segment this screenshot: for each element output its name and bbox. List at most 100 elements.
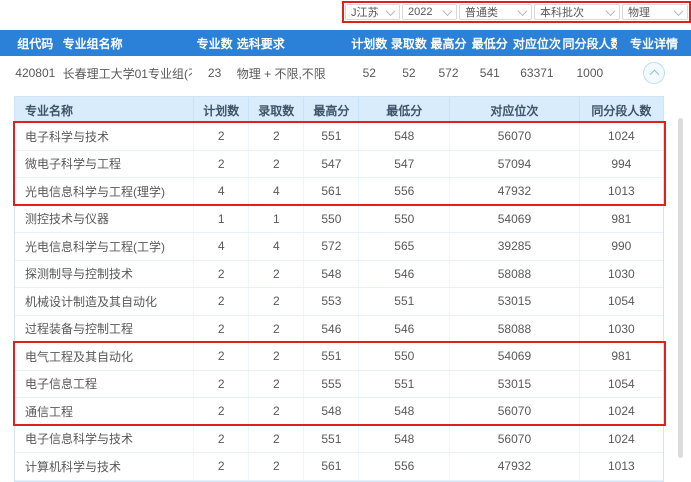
filter-value: 物理	[628, 4, 650, 20]
value-cell: 54069	[449, 343, 579, 370]
column-header: 选科要求	[237, 35, 350, 52]
value-cell: 58088	[449, 261, 579, 288]
subtable-body: 电子科学与技术22551548560701024微电子科学与工程22547547…	[15, 123, 663, 481]
value-cell: 2	[248, 288, 303, 315]
value-cell: 2	[248, 151, 303, 178]
table-row: 微电子科学与工程2254754757094994	[15, 151, 663, 179]
value-cell: 1054	[579, 371, 663, 398]
value-cell: 2	[193, 453, 248, 480]
major-name: 过程装备与控制工程	[15, 316, 193, 343]
value-cell: 565	[358, 233, 449, 260]
value-cell: 54069	[449, 206, 579, 233]
collapse-row-button[interactable]	[643, 62, 665, 84]
value-cell: 547	[358, 151, 449, 178]
major-name: 通信工程	[15, 398, 193, 425]
chevron-down-icon	[518, 6, 528, 16]
majors-subtable: 专业名称计划数录取数最高分最低分对应位次同分段人数 电子科学与技术2255154…	[14, 96, 664, 482]
value-cell: 546	[358, 261, 449, 288]
value-cell: 2	[193, 343, 248, 370]
value-cell: 981	[579, 343, 663, 370]
value-cell: 551	[303, 123, 358, 150]
value-cell: 2	[248, 261, 303, 288]
value-cell: 981	[579, 206, 663, 233]
group-value-cell: 物理 + 不限,不限	[237, 65, 350, 82]
value-cell: 1024	[579, 398, 663, 425]
column-header: 组代码	[8, 35, 63, 52]
filter-year[interactable]: 2022	[402, 4, 457, 20]
filter-subject[interactable]: 物理	[622, 4, 688, 20]
value-cell: 47932	[449, 453, 579, 480]
value-cell: 551	[303, 343, 358, 370]
value-cell: 2	[248, 398, 303, 425]
column-header: 最高分	[429, 35, 469, 52]
filter-value: J江苏	[351, 4, 379, 20]
filter-category[interactable]: 普通类	[459, 4, 532, 20]
value-cell: 548	[358, 398, 449, 425]
major-name: 光电信息科学与工程(理学)	[15, 178, 193, 205]
value-cell: 56070	[449, 398, 579, 425]
value-cell: 2	[248, 123, 303, 150]
group-value-cell: 420801	[8, 66, 63, 80]
value-cell: 572	[303, 233, 358, 260]
column-header: 专业详情	[617, 35, 691, 52]
value-cell: 556	[358, 178, 449, 205]
column-header: 计划数	[193, 97, 248, 123]
table-row: 过程装备与控制工程22546546580881030	[15, 316, 663, 344]
value-cell: 4	[248, 178, 303, 205]
value-cell: 53015	[449, 288, 579, 315]
value-cell: 548	[303, 398, 358, 425]
filter-value: 本科批次	[540, 4, 584, 20]
value-cell: 548	[358, 123, 449, 150]
scrollbar[interactable]	[678, 118, 683, 458]
value-cell: 2	[193, 398, 248, 425]
table-row: 测控技术与仪器1155055054069981	[15, 206, 663, 234]
column-header: 计划数	[349, 35, 389, 52]
detail-toggle-cell	[617, 62, 691, 84]
column-header: 同分段人数	[563, 35, 618, 52]
value-cell: 2	[193, 371, 248, 398]
major-name: 微电子科学与工程	[15, 151, 193, 178]
group-value-cell: 1000	[563, 66, 618, 80]
value-cell: 561	[303, 178, 358, 205]
table-row: 机械设计制造及其自动化22553551530151054	[15, 288, 663, 316]
group-table-header: 组代码专业组名称专业数选科要求计划数录取数最高分最低分对应位次同分段人数专业详情	[0, 30, 691, 56]
value-cell: 2	[193, 151, 248, 178]
subtable-header: 专业名称计划数录取数最高分最低分对应位次同分段人数	[15, 97, 663, 123]
table-row: 电子科学与技术22551548560701024	[15, 123, 663, 151]
value-cell: 551	[358, 288, 449, 315]
group-value-cell: 541	[468, 66, 511, 80]
table-row: 探测制导与控制技术22548546580881030	[15, 261, 663, 289]
value-cell: 2	[193, 123, 248, 150]
value-cell: 4	[248, 233, 303, 260]
value-cell: 39285	[449, 233, 579, 260]
value-cell: 548	[358, 426, 449, 453]
value-cell: 1054	[579, 288, 663, 315]
value-cell: 2	[193, 261, 248, 288]
column-header: 专业组名称	[63, 35, 193, 52]
major-name: 光电信息科学与工程(工学)	[15, 233, 193, 260]
column-header: 对应位次	[511, 35, 562, 52]
table-row: 计算机科学与技术22561556479321013	[15, 453, 663, 481]
value-cell: 550	[303, 206, 358, 233]
value-cell: 1024	[579, 123, 663, 150]
group-value-cell: 23	[192, 66, 236, 80]
filter-value: 普通类	[465, 4, 498, 20]
major-name: 电气工程及其自动化	[15, 343, 193, 370]
value-cell: 57094	[449, 151, 579, 178]
table-row: 电气工程及其自动化2255155054069981	[15, 343, 663, 371]
value-cell: 561	[303, 453, 358, 480]
value-cell: 1030	[579, 261, 663, 288]
value-cell: 2	[193, 316, 248, 343]
table-row: 光电信息科学与工程(理学)44561556479321013	[15, 178, 663, 206]
value-cell: 555	[303, 371, 358, 398]
value-cell: 553	[303, 288, 358, 315]
value-cell: 551	[358, 371, 449, 398]
value-cell: 2	[248, 426, 303, 453]
filter-batch[interactable]: 本科批次	[534, 4, 620, 20]
value-cell: 556	[358, 453, 449, 480]
value-cell: 550	[358, 206, 449, 233]
chevron-up-icon	[649, 70, 659, 80]
value-cell: 2	[248, 316, 303, 343]
value-cell: 1013	[579, 453, 663, 480]
filter-province[interactable]: J江苏	[345, 4, 400, 20]
